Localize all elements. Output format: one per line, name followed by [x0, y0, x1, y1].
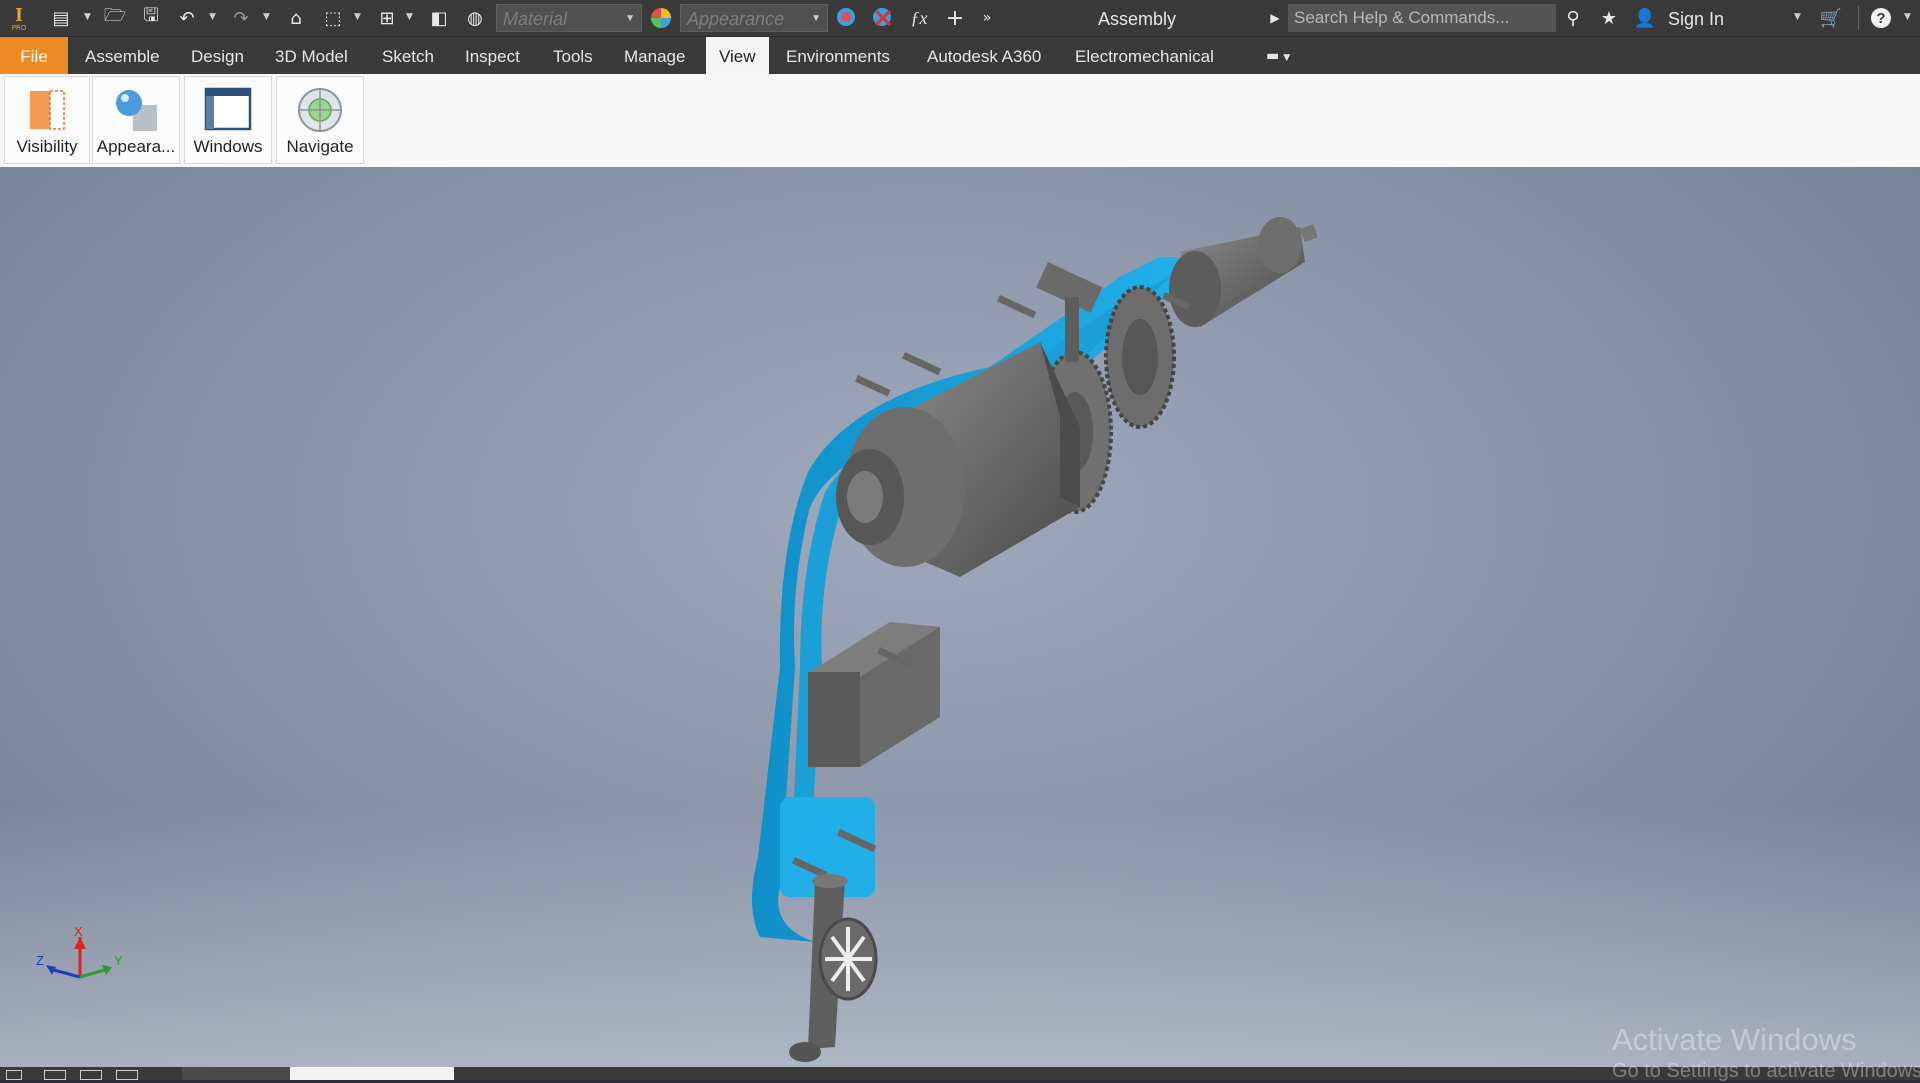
view-triad[interactable]: X Z Y — [30, 927, 130, 1007]
logo-text: PRO — [11, 23, 27, 32]
select-dropdown-icon[interactable]: ▼ — [354, 12, 361, 22]
ribbon-display-toggle[interactable]: ▬ ▼ — [1266, 45, 1306, 67]
ribbon-panel: Visibility Appeara... Windows Navigate — [0, 74, 1920, 168]
chevron-down-icon: ▼ — [1283, 53, 1291, 63]
triad-y-label: Y — [114, 953, 123, 968]
appearance-combo[interactable]: Appearance ▼ — [680, 4, 828, 32]
help-icon[interactable]: ? — [1868, 5, 1894, 31]
large-gear — [1104, 285, 1176, 429]
update-dropdown-icon[interactable]: ▼ — [406, 12, 413, 22]
graphics-viewport[interactable]: X Z Y Activate Windows Go to Settings to… — [0, 167, 1920, 1082]
appearance-label: Appeara... — [96, 137, 176, 156]
document-title: Assembly — [1098, 9, 1177, 29]
triad-z-label: Z — [36, 953, 44, 968]
clear-appearance-icon[interactable] — [870, 5, 896, 31]
tab-manage[interactable]: Manage — [611, 37, 698, 74]
drill-chuck — [1169, 217, 1318, 327]
visibility-button[interactable]: Visibility — [4, 76, 90, 164]
favorites-star-icon[interactable]: ★ — [1596, 5, 1622, 31]
parameters-fx-icon[interactable]: ƒx — [906, 5, 932, 31]
inventor-window: I PRO ▤ ▼ 🗁 🖫 ↶ ▼ ↷ ▼ ⌂ ⬚ ▼ ⊞ ▼ ◧ ◍ Mate… — [0, 0, 1920, 1082]
app-menu-button[interactable]: I PRO — [4, 2, 34, 34]
triad-z-axis — [49, 967, 81, 979]
tab-electromechanical[interactable]: Electromechanical — [1062, 37, 1227, 74]
layout-quad-icon[interactable] — [116, 1070, 138, 1080]
chevron-down-icon: ▼ — [625, 13, 635, 24]
search-input[interactable]: Search Help & Commands... — [1288, 4, 1556, 32]
user-icon: 👤 — [1633, 7, 1657, 29]
tab-3d-model[interactable]: 3D Model — [262, 37, 361, 74]
tab-view[interactable]: View — [706, 37, 769, 74]
svg-text:?: ? — [1876, 10, 1885, 27]
redo-icon[interactable]: ↷ — [228, 5, 254, 31]
redo-dropdown-icon[interactable]: ▼ — [263, 12, 270, 22]
open-folder-icon[interactable]: 🗁 — [102, 5, 128, 31]
help-dropdown-icon[interactable]: ▼ — [1904, 12, 1911, 22]
tab-tools[interactable]: Tools — [540, 37, 606, 74]
new-dropdown-icon[interactable]: ▼ — [84, 12, 91, 22]
binoculars-icon[interactable]: ⚲ — [1560, 5, 1586, 31]
search-expand-icon[interactable]: ▶ — [1262, 5, 1288, 31]
tab-design[interactable]: Design — [178, 37, 257, 74]
navigate-label: Navigate — [286, 137, 354, 156]
ipropertie-icon[interactable]: ◧ — [426, 5, 452, 31]
material-combo[interactable]: Material ▼ — [496, 4, 642, 32]
shaft — [1065, 297, 1079, 362]
sign-in-link[interactable]: Sign In — [1668, 0, 1724, 36]
windows-icon — [204, 87, 252, 131]
tab-file[interactable]: File — [0, 37, 68, 74]
home-icon[interactable]: ⌂ — [283, 5, 309, 31]
tab-sketch[interactable]: Sketch — [369, 37, 447, 74]
visibility-label: Visibility — [16, 137, 78, 156]
layout-split-icon[interactable] — [44, 1070, 66, 1080]
side-handle — [789, 874, 878, 1062]
windows-button[interactable]: Windows — [184, 76, 272, 164]
navigate-button[interactable]: Navigate — [276, 76, 364, 164]
update-icon[interactable]: ⊞ — [374, 5, 400, 31]
appearance-placeholder: Appearance — [687, 9, 785, 29]
triad-x-label: X — [74, 927, 83, 939]
quick-access-toolbar: I PRO ▤ ▼ 🗁 🖫 ↶ ▼ ↷ ▼ ⌂ ⬚ ▼ ⊞ ▼ ◧ ◍ Mate… — [0, 0, 1920, 36]
appearance-button[interactable]: Appeara... — [92, 76, 180, 164]
divider — [1858, 6, 1859, 30]
tab-inspect[interactable]: Inspect — [452, 37, 533, 74]
adjust-appearance-icon[interactable] — [834, 5, 860, 31]
doc-tab-inactive[interactable] — [182, 1067, 290, 1080]
undo-icon[interactable]: ↶ — [174, 5, 200, 31]
save-icon[interactable]: 🖫 — [138, 5, 164, 31]
navigate-wheel-icon — [298, 88, 342, 132]
drill-assembly-model[interactable] — [0, 167, 1920, 1067]
appearance-icon — [116, 90, 157, 131]
layout-horizontal-icon[interactable] — [80, 1070, 102, 1080]
tab-environments[interactable]: Environments — [773, 37, 903, 74]
inventor-logo-icon: I — [15, 3, 23, 26]
sign-in-dropdown-icon[interactable]: ▼ — [1794, 12, 1801, 22]
doc-tab-active[interactable] — [290, 1067, 454, 1080]
tab-assemble[interactable]: Assemble — [72, 37, 173, 74]
undo-dropdown-icon[interactable]: ▼ — [209, 12, 216, 22]
ribbon-tabs: File Assemble Design 3D Model Sketch Ins… — [0, 36, 1920, 74]
trigger-switch — [808, 622, 940, 767]
material-placeholder: Material — [503, 9, 568, 29]
activation-watermark-title: Activate Windows — [1612, 1022, 1857, 1057]
camera-icon: ▬ — [1266, 48, 1280, 64]
visibility-icon — [30, 90, 65, 130]
layout-single-icon[interactable] — [6, 1070, 22, 1080]
tab-autodesk-a360[interactable]: Autodesk A360 — [914, 37, 1054, 74]
new-file-icon[interactable]: ▤ — [48, 5, 74, 31]
chevron-down-icon: ▼ — [811, 13, 821, 24]
measure-plus-icon[interactable]: + — [942, 5, 968, 31]
globe-icon[interactable]: ◍ — [462, 5, 488, 31]
appearance-ball-icon — [648, 5, 674, 31]
cart-icon[interactable]: 🛒 — [1818, 5, 1844, 31]
overflow-chevron-icon[interactable]: » — [974, 5, 1000, 31]
windows-label: Windows — [193, 137, 263, 156]
select-icon[interactable]: ⬚ — [320, 5, 346, 31]
triad-y-axis — [79, 967, 109, 979]
